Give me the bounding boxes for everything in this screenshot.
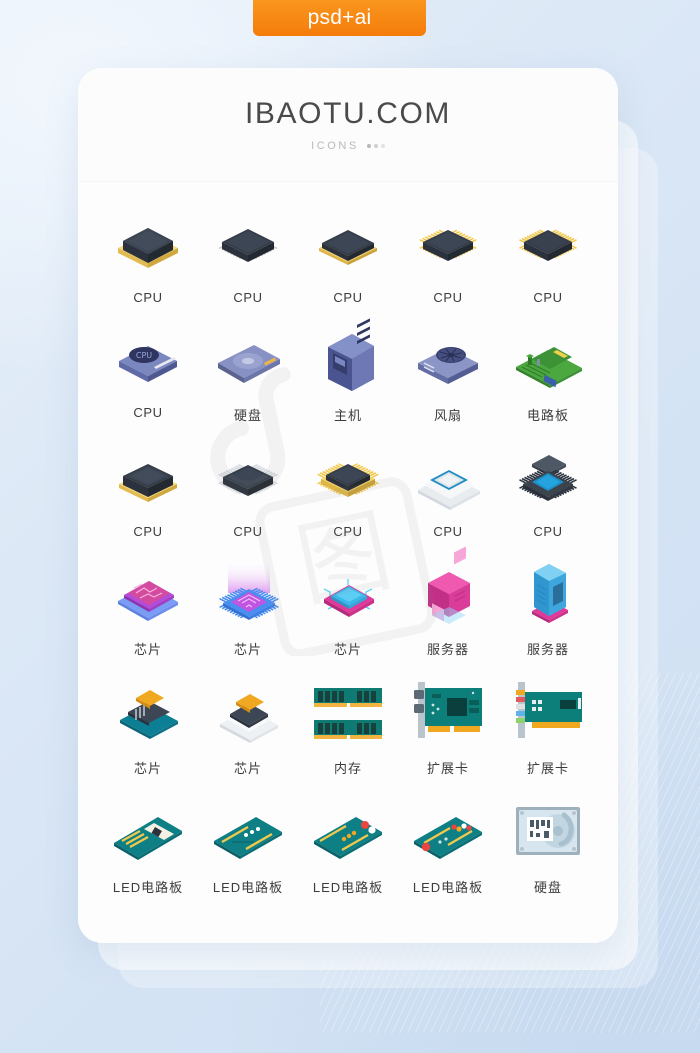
cpu-chip-gold-pins-alt-icon [502,208,594,284]
icon-label: 服务器 [426,642,469,657]
icon-cell[interactable]: LED电路板 [198,795,298,896]
icon-label: CPU [133,290,163,305]
icon-label: CPU [133,405,163,420]
cpu-chip-gold-thick-icon [102,208,194,284]
cpu-socket-blue-icon: CPU [102,323,194,399]
icon-cell[interactable]: 扩展卡 [398,676,498,777]
icon-label: LED电路板 [212,880,284,895]
cooling-fan-icon [402,323,494,399]
led-board-trace-icon [202,795,294,871]
icon-cell[interactable]: CPU [198,442,298,539]
subtitle-dots-icon [366,144,385,148]
icon-label: 芯片 [333,642,362,657]
icon-label: LED电路板 [112,880,184,895]
icon-cell[interactable]: CPU [398,442,498,539]
icon-label: 芯片 [133,761,162,776]
icon-label: 内存 [333,761,362,776]
cpu-stack-teal-icon [502,442,594,518]
icon-cell[interactable]: 芯片 [198,676,298,777]
page-subtitle: ICONS [311,140,385,152]
page-title: IBAOTU.COM [244,97,451,130]
icon-label: 电路板 [526,408,569,423]
icon-cell[interactable]: CPU [498,442,598,539]
led-board-multi-icon [402,795,494,871]
subtitle-text: ICONS [311,140,359,152]
icon-cell[interactable]: 主机 [298,318,398,424]
icon-cell[interactable]: 服务器 [398,546,498,658]
icon-set-card: IBAOTU.COM ICONS CPU CPU CPU CPU CPU CPU [78,68,618,943]
icon-label: CPU [333,290,363,305]
icon-label: 芯片 [233,642,262,657]
icon-label: LED电路板 [312,880,384,895]
chip-stack-teal-icon [102,676,194,752]
icon-cell[interactable]: CPU [298,442,398,539]
icon-cell[interactable]: 硬盘 [198,323,298,424]
svg-text:CPU: CPU [136,351,152,360]
cpu-chip-gold-ring-icon [302,442,394,518]
cpu-chip-gold-base-icon [102,442,194,518]
chip-circuit-pink-icon [102,557,194,633]
icon-cell[interactable]: CPU [98,208,198,305]
icon-label: 芯片 [233,761,262,776]
icon-label: CPU [133,524,163,539]
icon-cell[interactable]: 风扇 [398,323,498,424]
icon-label: 芯片 [133,642,162,657]
icon-cell[interactable]: CPU [498,208,598,305]
expansion-card-icon [402,676,494,752]
icon-label: LED电路板 [412,880,484,895]
icon-label: 扩展卡 [526,761,569,776]
icon-cell[interactable]: CPU [198,208,298,305]
icon-label: 主机 [333,408,362,423]
icon-cell[interactable]: 扩展卡 [498,676,598,777]
hard-disk-flat-icon [502,795,594,871]
icon-cell[interactable]: CPU [298,208,398,305]
chip-stack-white-icon [202,676,294,752]
icon-label: CPU [533,524,563,539]
cpu-chip-flat-dark-icon [302,208,394,284]
card-header: IBAOTU.COM ICONS [78,68,618,182]
icon-label: CPU [533,290,563,305]
desktop-tower-icon [302,318,394,399]
icon-cell[interactable]: 芯片 [298,557,398,658]
icon-cell[interactable]: CPU [398,208,498,305]
icon-label: 风扇 [433,408,462,423]
cpu-chip-gold-pins-icon [402,208,494,284]
circuit-board-green-icon [502,323,594,399]
icon-cell[interactable]: CPU CPU [98,323,198,424]
icon-label: 服务器 [526,642,569,657]
icon-cell[interactable]: 服务器 [498,557,598,658]
icon-cell[interactable]: LED电路板 [398,795,498,896]
icon-cell[interactable]: LED电路板 [298,795,398,896]
icon-cell[interactable]: 内存 [298,676,398,777]
cpu-chip-silver-pins-icon [202,442,294,518]
chip-glow-violet-icon [202,557,294,633]
icon-cell[interactable]: 芯片 [98,676,198,777]
icon-label: CPU [333,524,363,539]
led-board-chip-icon [102,795,194,871]
icon-cell[interactable]: CPU [98,442,198,539]
server-tower-blue-icon [502,557,594,633]
icon-label: CPU [233,290,263,305]
icon-label: 硬盘 [533,880,562,895]
icon-cell[interactable]: 芯片 [98,557,198,658]
icon-label: CPU [433,524,463,539]
server-cube-magenta-icon [402,546,494,633]
icon-label: 扩展卡 [426,761,469,776]
hard-disk-blue-icon [202,323,294,399]
led-board-dots-icon [302,795,394,871]
expansion-card-audio-icon [502,676,594,752]
memory-ram-icon [302,676,394,752]
cpu-chip-pins-icon [202,208,294,284]
icon-label: CPU [233,524,263,539]
format-badge: psd+ai [253,0,426,36]
icon-cell[interactable]: 电路板 [498,323,598,424]
icon-cell[interactable]: 芯片 [198,557,298,658]
chip-blue-pink-icon [302,557,394,633]
icon-cell[interactable]: LED电路板 [98,795,198,896]
icon-cell[interactable]: 硬盘 [498,795,598,896]
cpu-heatsink-white-icon [402,442,494,518]
icon-grid: CPU CPU CPU CPU CPU CPU CPU 硬盘 主机 风扇 电路板… [78,182,618,916]
icon-label: 硬盘 [233,408,262,423]
icon-label: CPU [433,290,463,305]
